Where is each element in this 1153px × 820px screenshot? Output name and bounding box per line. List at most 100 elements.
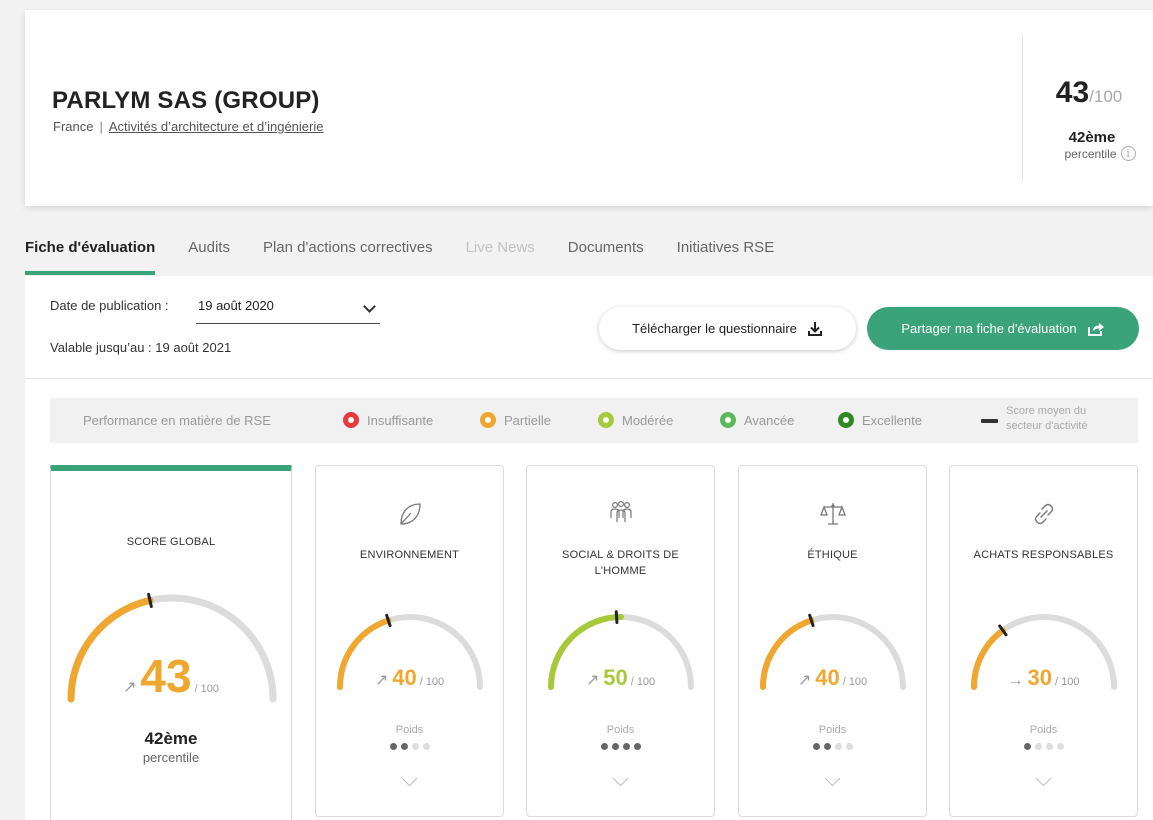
trend-arrow-icon: ↗ (122, 679, 137, 696)
legend-dot-icon (343, 412, 359, 428)
weight-dot (611, 743, 619, 750)
weight-indicator (527, 743, 714, 750)
category-gauge (548, 610, 694, 690)
weight-label: Poids (606, 724, 635, 736)
weight-dot (389, 743, 397, 750)
category-score-value: 40 (815, 665, 840, 690)
tab-3: Live News (465, 239, 535, 256)
category-card-1[interactable]: SOCIAL & DROITS DE L'HOMME ↗ 50/ 100 Poids (526, 465, 715, 817)
share-scorecard-button[interactable]: Partager ma fiche d'évaluation (867, 307, 1139, 350)
global-sector-average-marker (147, 592, 153, 609)
trend-arrow-icon: → (1007, 672, 1024, 689)
legend-label: Avancée (744, 412, 795, 428)
global-score-gauge (67, 592, 277, 703)
header-rank-label: percentile (1064, 146, 1117, 161)
header-rank-label-row: percentile i (1025, 146, 1153, 161)
sector-average-line2: secteur d'activité (1006, 420, 1088, 432)
share-button-label: Partager ma fiche d'évaluation (901, 321, 1077, 336)
chevron-down-icon (363, 300, 376, 313)
trend-arrow-icon: ↗ (585, 672, 600, 689)
category-1-sector-average-marker (614, 610, 619, 625)
legend-item-4: Excellente (838, 412, 922, 428)
trend-arrow-icon: ↗ (374, 672, 389, 689)
category-score-max: / 100 (419, 676, 445, 688)
legend-item-0: Insuffisante (343, 412, 433, 428)
category-score-value: 30 (1027, 665, 1052, 690)
company-subtitle: France | Activités d’architecture et d’ing… (53, 119, 323, 134)
publication-date-select[interactable]: 19 août 2020 (196, 292, 380, 324)
publication-date-value: 19 août 2020 (198, 298, 274, 313)
weight-indicator (950, 743, 1137, 750)
weight-dot (600, 743, 608, 750)
weight-dot (1034, 743, 1042, 750)
category-score-readout: ↗ 50/ 100 (527, 665, 714, 691)
category-score-max: / 100 (630, 676, 656, 688)
category-score-value: 40 (392, 665, 417, 690)
category-score-readout: → 30/ 100 (950, 665, 1137, 691)
legend-label: Excellente (862, 412, 922, 428)
download-questionnaire-button[interactable]: Télécharger le questionnaire (599, 307, 856, 350)
company-header: PARLYM SAS (GROUP) France | Activités d’ar… (25, 10, 1153, 206)
header-score-value: 43 (1055, 76, 1090, 109)
header-rank: 42ème (1068, 129, 1116, 146)
tab-5[interactable]: Initiatives RSE (677, 223, 775, 275)
category-score-value: 50 (603, 665, 628, 690)
global-score-max: / 100 (194, 683, 220, 695)
company-sector-link[interactable]: Activités d’architecture et d’ingénierie (109, 119, 324, 134)
weight-dot (823, 743, 831, 750)
weight-dot (411, 743, 419, 750)
publication-toolbar: Date de publication : 19 août 2020 Valab… (25, 276, 1153, 379)
tab-0[interactable]: Fiche d'évaluation (25, 223, 156, 275)
legend-item-2: Modérée (598, 412, 673, 428)
header-score: 43/100 (1025, 76, 1153, 110)
weight-dot (834, 743, 842, 750)
legend-label: Insuffisante (367, 412, 434, 428)
weight-label: Poids (818, 724, 847, 736)
company-name: PARLYM SAS (GROUP) (52, 87, 320, 114)
legend-dot-icon (720, 412, 736, 428)
weight-dot (633, 743, 641, 750)
category-card-3[interactable]: ACHATS RESPONSABLES → 30/ 100 Poids (949, 465, 1138, 817)
tab-4[interactable]: Documents (568, 223, 644, 275)
weight-indicator (739, 743, 926, 750)
legend-dot-icon (480, 412, 496, 428)
global-score-value: 43 (140, 650, 192, 702)
weight-indicator (316, 743, 503, 750)
performance-legend: Performance en matière de RSE Insuffisan… (50, 398, 1138, 443)
header-divider (1022, 35, 1023, 181)
global-score-card: SCORE GLOBAL ↗43/ 100 42ème percentile (50, 465, 292, 820)
category-gauge (337, 613, 483, 690)
trend-arrow-icon: ↗ (797, 672, 812, 689)
download-button-label: Télécharger le questionnaire (632, 321, 797, 336)
category-card-0[interactable]: ENVIRONNEMENT ↗ 40/ 100 Poids (315, 465, 504, 817)
weight-dot (1045, 743, 1053, 750)
legend-title: Performance en matière de RSE (83, 413, 271, 428)
tab-2[interactable]: Plan d'actions correctives (263, 223, 433, 275)
tab-1[interactable]: Audits (188, 223, 230, 275)
sector-average-text: Score moyen du secteur d'activité (1006, 404, 1088, 434)
weight-label: Poids (1029, 724, 1058, 736)
tab-bar: Fiche d'évaluation Audits Plan d'actions c… (25, 223, 807, 275)
weight-dot (400, 743, 408, 750)
category-score-max: / 100 (1055, 676, 1080, 688)
weight-dot (1023, 743, 1031, 750)
category-score-readout: ↗ 40/ 100 (316, 665, 503, 691)
legend-dot-icon (838, 412, 854, 428)
category-gauge (971, 614, 1117, 690)
valid-until-text: Valable jusqu’au : 19 août 2021 (50, 340, 232, 355)
legend-dot-icon (598, 412, 614, 428)
weight-dot (422, 743, 430, 750)
scorecard-panel: Date de publication : 19 août 2020 Valab… (25, 276, 1153, 820)
info-icon[interactable]: i (1120, 146, 1136, 161)
category-score-max: / 100 (842, 676, 868, 688)
global-rank-label: percentile (142, 750, 200, 765)
category-score-readout: ↗ 40/ 100 (739, 665, 926, 691)
legend-item-1: Partielle (480, 412, 551, 428)
weight-label: Poids (395, 724, 424, 736)
weight-dot (622, 743, 630, 750)
sector-average-marker-icon (981, 419, 998, 423)
category-card-2[interactable]: ÉTHIQUE ↗ 40/ 100 Poids (738, 465, 927, 817)
legend-item-3: Avancée (720, 412, 794, 428)
weight-dot (845, 743, 853, 750)
share-icon (1087, 322, 1104, 336)
